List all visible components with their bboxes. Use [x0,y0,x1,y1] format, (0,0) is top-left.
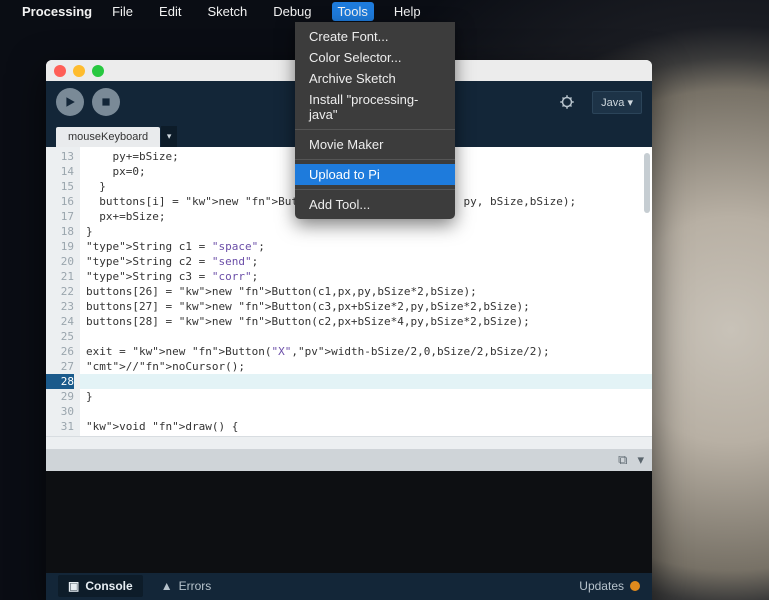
horizontal-scrollbar[interactable] [46,436,652,450]
code-line[interactable]: "cmt">//"fn">noCursor(); [86,359,646,374]
updates-indicator[interactable]: Updates [579,579,640,593]
message-bar: ⧉ ▾ [46,449,652,470]
menu-sketch[interactable]: Sketch [201,2,253,21]
menu-archive-sketch[interactable]: Archive Sketch [295,68,455,89]
code-line[interactable]: buttons[26] = "kw">new "fn">Button(c1,px… [86,284,646,299]
sketch-tab[interactable]: mouseKeyboard [56,127,160,147]
menu-separator [295,159,455,160]
code-line[interactable]: buttons[28] = "kw">new "fn">Button(c2,px… [86,314,646,329]
mode-selector[interactable]: Java ▾ [592,91,642,114]
menu-help[interactable]: Help [388,2,427,21]
code-line[interactable] [86,329,646,344]
code-line[interactable]: exit = "kw">new "fn">Button("X","pv">wid… [86,344,646,359]
code-line[interactable]: } [86,389,646,404]
code-line[interactable]: "type">String c3 = "corr"; [86,269,646,284]
status-bar: ▣ Console ▲ Errors Updates [46,573,652,600]
stop-button[interactable] [92,88,120,116]
code-line[interactable]: buttons[27] = "kw">new "fn">Button(c3,px… [86,299,646,314]
menubar: Processing File Edit Sketch Debug Tools … [0,0,769,22]
errors-tab[interactable]: ▲ Errors [161,579,212,593]
menu-file[interactable]: File [106,2,139,21]
menu-create-font[interactable]: Create Font... [295,26,455,47]
vertical-scrollbar[interactable] [644,153,650,213]
warning-icon: ▲ [161,579,173,593]
toggle-console-icon[interactable]: ▾ [637,452,644,468]
console-tab[interactable]: ▣ Console [58,575,143,597]
menu-movie-maker[interactable]: Movie Maker [295,134,455,155]
menu-install-java[interactable]: Install "processing-java" [295,89,455,125]
menu-debug[interactable]: Debug [267,2,317,21]
app-name[interactable]: Processing [22,4,92,19]
line-col-icon[interactable]: ⧉ [618,452,627,468]
run-button[interactable] [56,88,84,116]
menu-color-selector[interactable]: Color Selector... [295,47,455,68]
tab-menu-button[interactable]: ▾ [161,126,177,147]
menu-separator [295,129,455,130]
menu-edit[interactable]: Edit [153,2,187,21]
line-gutter: 13141516171819202122232425262728293031 [46,147,80,436]
console-icon: ▣ [68,579,79,593]
code-line[interactable]: "kw">void "fn">draw() { [86,419,646,434]
menu-separator [295,189,455,190]
menu-tools[interactable]: Tools [332,2,374,21]
code-line[interactable]: "type">String c1 = "space"; [86,239,646,254]
code-line[interactable]: } [86,224,646,239]
menu-upload-to-pi[interactable]: Upload to Pi [295,164,455,185]
tools-dropdown: Create Font... Color Selector... Archive… [295,22,455,219]
debug-icon[interactable] [554,89,580,115]
code-line[interactable] [86,404,646,419]
code-line[interactable]: "type">String c2 = "send"; [86,254,646,269]
console-output[interactable] [46,471,652,573]
menu-add-tool[interactable]: Add Tool... [295,194,455,215]
update-dot-icon [630,581,640,591]
